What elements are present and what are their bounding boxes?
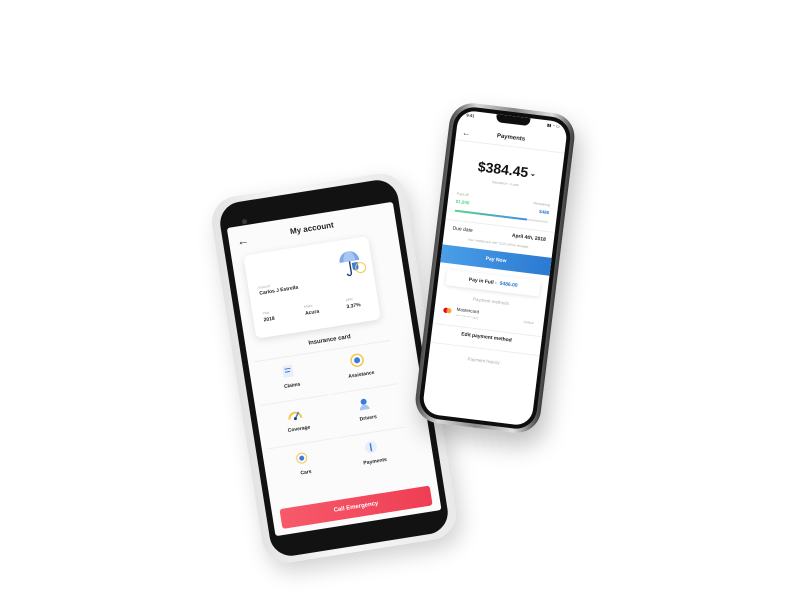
card-number: **** **** **** 1122 [455, 313, 479, 321]
remaining-value: $486 [538, 208, 550, 216]
tile-label: Coverage [287, 424, 311, 434]
tile-label: Drivers [359, 413, 378, 423]
tile-cars[interactable]: Cars [267, 437, 342, 489]
iphone-screen: 9:41 ▮▮ ◔ ▭ ← Payments $384.45⌄ Insuranc… [421, 109, 569, 427]
paid-off-value: $1,846 [455, 198, 470, 206]
due-date-label: Due date [452, 225, 474, 234]
paid-off-label: Paid off [456, 191, 469, 198]
insurance-card[interactable]: Insured Carlos J Estrella Year 2018 Make… [243, 236, 381, 339]
mastercard-icon [443, 307, 452, 314]
pay-full-amount: $486.00 [499, 280, 518, 289]
card-column-year: Year 2018 [262, 310, 276, 324]
tile-coverage[interactable]: Coverage [260, 394, 335, 446]
pay-in-full-button[interactable]: Pay in Full - $486.00 [445, 269, 541, 297]
card-column-make: Make Acura [304, 303, 320, 317]
payment-history-title: Payment history [467, 356, 500, 366]
tile-payments[interactable]: Payments [336, 426, 411, 478]
default-badge: Default [523, 319, 534, 326]
column-value: 2018 [263, 315, 276, 324]
amount-value: $384.45 [477, 158, 530, 181]
pay-full-label: Pay in Full - [468, 276, 497, 287]
tile-label: Cars [300, 468, 312, 477]
assistance-icon [350, 353, 364, 368]
status-time: 9:41 [466, 112, 475, 119]
tile-assistance[interactable]: Assistance [323, 339, 397, 391]
feature-grid: Claims Assistance Coverage Drivers Cars … [253, 339, 413, 490]
iphone: 9:41 ▮▮ ◔ ▭ ← Payments $384.45⌄ Insuranc… [412, 100, 578, 436]
card-column-apr: APR 3.37% [345, 296, 361, 310]
tile-claims[interactable]: Claims [253, 350, 328, 402]
front-camera [241, 218, 248, 225]
chevron-down-icon: ⌄ [529, 170, 537, 179]
status-icons: ▮▮ ◔ ▭ [546, 122, 561, 129]
tile-label: Claims [283, 381, 301, 390]
remaining-label: Remaining [533, 201, 551, 208]
claims-icon [282, 364, 294, 378]
payments-icon [364, 441, 377, 454]
drivers-icon [359, 398, 370, 411]
progress-fill [454, 209, 528, 221]
umbrella-shield-icon [339, 251, 367, 277]
column-label: Year [262, 310, 270, 316]
column-value: 3.37% [346, 302, 362, 311]
page-title: Payments [496, 133, 526, 143]
column-value: Acura [304, 308, 320, 317]
due-date-value: April 4th, 2018 [511, 232, 547, 243]
tile-drivers[interactable]: Drivers [330, 383, 404, 435]
tile-label: Assistance [347, 369, 375, 380]
cars-icon [296, 452, 308, 464]
coverage-icon [288, 411, 303, 421]
tile-label: Payments [363, 456, 388, 467]
